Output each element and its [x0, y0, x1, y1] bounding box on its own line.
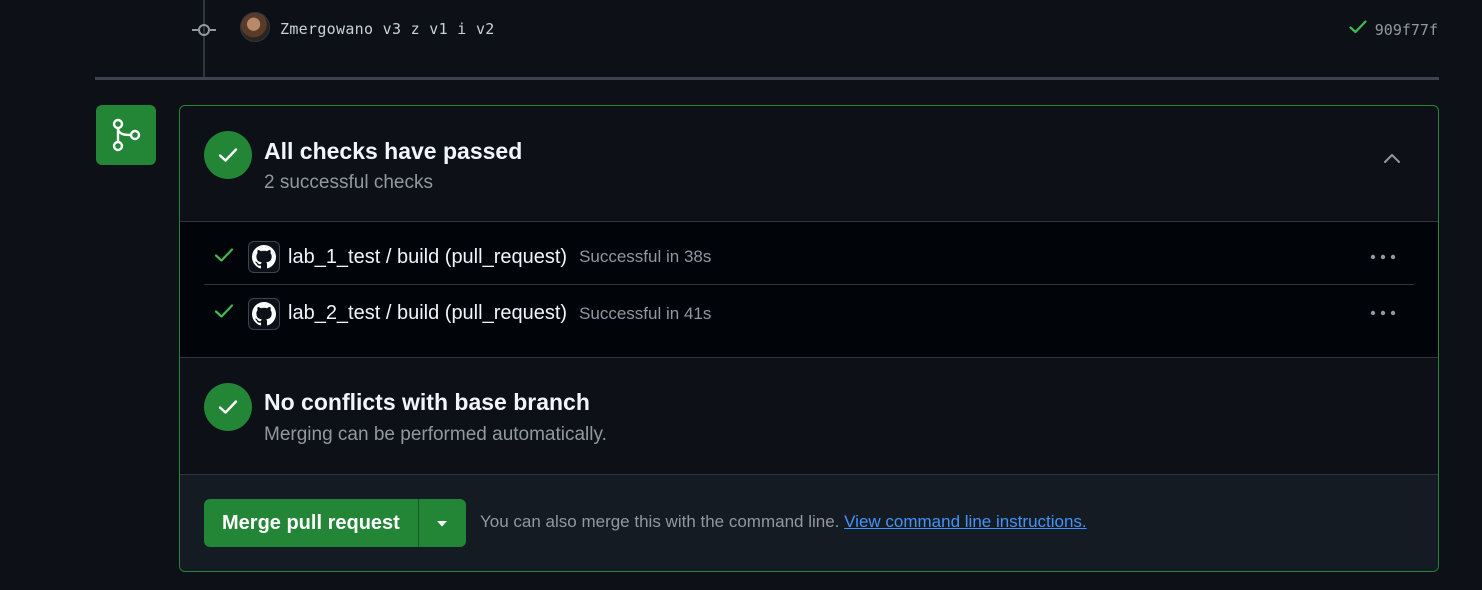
git-commit-icon: [192, 20, 216, 40]
merge-options-dropdown[interactable]: [417, 499, 466, 547]
commit-message[interactable]: Zmergowano v3 z v1 i v2: [280, 20, 495, 38]
kebab-horizontal-icon[interactable]: [1368, 244, 1398, 270]
check-icon: [214, 303, 238, 324]
github-logo-icon: [248, 241, 280, 273]
check-icon: [214, 247, 238, 268]
commit-status: 909f77f: [1349, 20, 1438, 39]
merge-bar: Merge pull request You can also merge th…: [180, 475, 1438, 571]
merge-hint: You can also merge this with the command…: [480, 512, 1087, 532]
check-circle-icon: [204, 131, 252, 179]
check-icon[interactable]: [1349, 20, 1367, 39]
conflicts-subtitle: Merging can be performed automatically.: [264, 424, 607, 445]
check-name[interactable]: lab_2_test / build (pull_request): [288, 302, 567, 325]
check-row[interactable]: lab_2_test / build (pull_request) Succes…: [204, 286, 1414, 341]
avatar[interactable]: [240, 12, 270, 42]
conflicts-summary: No conflicts with base branch Merging ca…: [180, 358, 1438, 475]
check-duration: Successful in 41s: [579, 303, 712, 323]
merge-status-box: All checks have passed 2 successful chec…: [179, 105, 1439, 572]
git-merge-icon: [96, 105, 156, 165]
kebab-horizontal-icon[interactable]: [1368, 300, 1398, 326]
commit-sha[interactable]: 909f77f: [1375, 21, 1438, 39]
checks-list: lab_1_test / build (pull_request) Succes…: [180, 222, 1438, 358]
check-duration: Successful in 38s: [579, 247, 712, 266]
command-line-instructions-link[interactable]: View command line instructions.: [844, 512, 1087, 531]
checks-summary: All checks have passed 2 successful chec…: [180, 106, 1438, 222]
check-row[interactable]: lab_1_test / build (pull_request) Succes…: [204, 230, 1414, 285]
checks-title: All checks have passed: [264, 138, 523, 164]
check-circle-icon: [204, 383, 252, 431]
chevron-up-icon[interactable]: [1380, 146, 1404, 170]
merge-pull-request-button[interactable]: Merge pull request: [204, 499, 418, 547]
check-name[interactable]: lab_1_test / build (pull_request): [288, 246, 567, 269]
checks-subtitle: 2 successful checks: [264, 172, 433, 193]
merge-hint-text: You can also merge this with the command…: [480, 512, 840, 531]
triangle-down-icon: [436, 516, 448, 531]
timeline-divider: [95, 77, 1439, 80]
github-logo-icon: [248, 297, 280, 330]
conflicts-title: No conflicts with base branch: [264, 389, 590, 415]
merge-button-group: Merge pull request: [204, 499, 466, 547]
